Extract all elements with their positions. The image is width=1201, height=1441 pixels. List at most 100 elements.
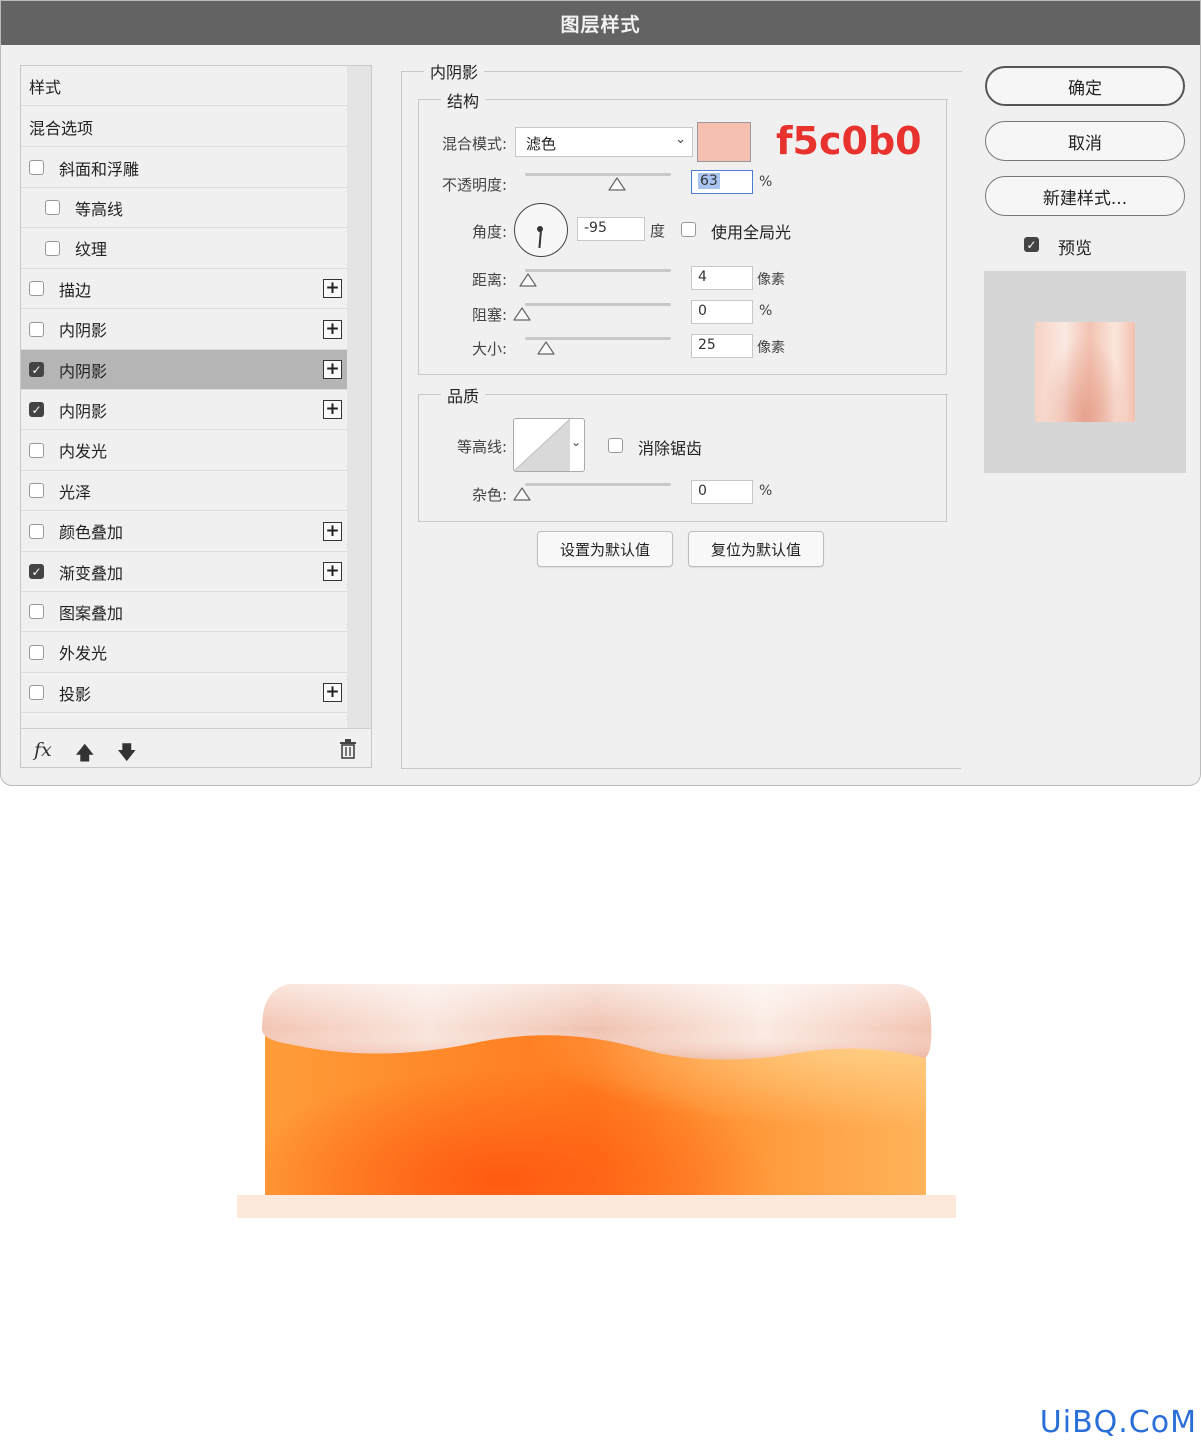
effect-label: 内阴影: [59, 401, 108, 421]
opacity-input[interactable]: 63: [691, 170, 753, 194]
opacity-unit: %: [759, 174, 773, 190]
effect-item[interactable]: 斜面和浮雕: [21, 148, 347, 188]
preview-label: 预览: [1058, 239, 1092, 259]
new-style-button[interactable]: 新建样式...: [985, 176, 1185, 216]
effect-checkbox[interactable]: [29, 523, 44, 539]
opacity-slider[interactable]: [525, 173, 671, 176]
trash-icon[interactable]: [339, 739, 357, 764]
effect-checkbox[interactable]: ✓: [29, 402, 44, 418]
preview-checkbox[interactable]: ✓: [1024, 237, 1039, 252]
watermark: UiBQ.CoM: [1039, 1405, 1197, 1440]
effect-item[interactable]: 外发光: [21, 633, 347, 673]
effect-checkbox[interactable]: ✓: [29, 564, 44, 579]
angle-dial-center: [537, 226, 543, 232]
styles-header[interactable]: 样式: [21, 66, 347, 106]
add-effect-icon[interactable]: +: [323, 400, 342, 420]
contour-picker[interactable]: ⌄: [513, 418, 585, 472]
effect-checkbox[interactable]: [29, 281, 44, 297]
angle-label: 角度:: [471, 223, 507, 241]
effect-checkbox[interactable]: ✓: [29, 362, 44, 377]
effect-item[interactable]: 颜色叠加 +: [21, 512, 347, 552]
cake-cream-layer: [261, 984, 932, 1060]
global-light-checkbox[interactable]: [681, 222, 696, 237]
effect-checkbox[interactable]: [29, 160, 44, 175]
effect-item[interactable]: 光泽: [21, 471, 347, 512]
noise-input[interactable]: 0: [691, 480, 753, 504]
arrow-down-icon[interactable]: 🡇: [117, 739, 137, 771]
effect-item[interactable]: 投影 +: [21, 673, 347, 714]
distance-input[interactable]: 4: [691, 266, 753, 290]
blend-mode-value: 滤色: [526, 135, 557, 153]
effect-checkbox[interactable]: [45, 200, 60, 216]
effect-item[interactable]: ✓ 渐变叠加 +: [21, 552, 347, 592]
shadow-color-swatch[interactable]: [697, 122, 751, 162]
angle-input[interactable]: -95: [577, 217, 645, 241]
add-effect-icon[interactable]: +: [323, 279, 342, 299]
layer-style-dialog: 图层样式 样式 混合选项 斜面和浮雕 等高线 纹理 描边 + 内阴影 + ✓ 内阴影 + ✓ 内阴影 +…: [0, 0, 1201, 786]
effect-label: 投影: [59, 684, 92, 704]
chevron-down-icon: ⌄: [570, 435, 581, 449]
fx-menu-button[interactable]: fx: [34, 739, 52, 761]
noise-slider[interactable]: [525, 483, 671, 486]
effect-label: 渐变叠加: [59, 563, 124, 583]
distance-unit: 像素: [757, 272, 785, 288]
size-unit: 像素: [757, 340, 785, 356]
arrow-up-icon[interactable]: 🡅: [75, 739, 95, 771]
angle-unit: 度: [650, 222, 666, 240]
effect-checkbox[interactable]: [29, 644, 44, 660]
noise-slider-handle[interactable]: [513, 487, 531, 501]
choke-input[interactable]: 0: [691, 300, 753, 324]
chevron-down-icon: ⌄: [675, 132, 686, 147]
reset-default-button[interactable]: 复位为默认值: [688, 531, 824, 567]
anti-alias-checkbox[interactable]: [608, 438, 623, 453]
dialog-title: 图层样式: [1, 1, 1200, 45]
angle-dial[interactable]: [514, 203, 568, 257]
size-input[interactable]: 25: [691, 334, 753, 358]
styles-list-scrollbar[interactable]: [347, 66, 371, 728]
distance-slider[interactable]: [525, 269, 671, 272]
cancel-button[interactable]: 取消: [985, 121, 1185, 161]
set-default-button[interactable]: 设置为默认值: [537, 531, 673, 567]
effect-item[interactable]: ✓ 内阴影 +: [21, 390, 347, 431]
effect-item[interactable]: 内阴影 +: [21, 310, 347, 350]
distance-slider-handle[interactable]: [519, 273, 537, 287]
effect-item[interactable]: 纹理: [21, 229, 347, 269]
effect-label: 内阴影: [59, 321, 108, 341]
ok-button[interactable]: 确定: [985, 66, 1185, 106]
effect-checkbox[interactable]: [29, 685, 44, 701]
effect-checkbox[interactable]: [29, 442, 44, 458]
effect-checkbox[interactable]: [29, 604, 44, 620]
add-effect-icon[interactable]: +: [323, 683, 342, 703]
blend-mode-select[interactable]: 滤色 ⌄: [515, 127, 693, 157]
effect-label: 外发光: [59, 644, 108, 664]
blend-options-item[interactable]: 混合选项: [21, 107, 347, 147]
effect-label: 斜面和浮雕: [59, 159, 140, 179]
choke-slider-handle[interactable]: [513, 307, 531, 321]
inner-shadow-panel: 内阴影 结构 混合模式: 滤色 ⌄ f5c0b0 不透明度: 63 % 角度: …: [401, 59, 962, 769]
size-slider-handle[interactable]: [537, 341, 555, 355]
structure-rule: [419, 99, 948, 100]
effect-label: 等高线: [75, 199, 124, 219]
effect-label: 纹理: [75, 240, 108, 260]
blend-mode-label: 混合模式:: [441, 135, 507, 153]
effect-label: 颜色叠加: [59, 523, 124, 543]
choke-slider[interactable]: [525, 303, 671, 306]
size-slider[interactable]: [525, 337, 671, 340]
add-effect-icon[interactable]: +: [323, 360, 342, 379]
add-effect-icon[interactable]: +: [323, 521, 342, 541]
effect-item[interactable]: 图案叠加: [21, 592, 347, 633]
add-effect-icon[interactable]: +: [323, 319, 342, 339]
noise-label: 杂色:: [471, 486, 507, 504]
effect-item[interactable]: ✓ 内阴影 +: [21, 350, 347, 390]
effect-checkbox[interactable]: [29, 483, 44, 499]
preview-swatch: [1035, 322, 1135, 422]
effect-checkbox[interactable]: [45, 240, 60, 256]
effect-checkbox[interactable]: [29, 321, 44, 337]
structure-title: 结构: [441, 88, 486, 112]
opacity-slider-handle[interactable]: [608, 177, 626, 191]
effect-item[interactable]: 内发光: [21, 431, 347, 471]
global-light-label: 使用全局光: [711, 223, 792, 242]
add-effect-icon[interactable]: +: [323, 562, 342, 581]
effect-item[interactable]: 描边 +: [21, 269, 347, 310]
effect-item[interactable]: 等高线: [21, 188, 347, 229]
